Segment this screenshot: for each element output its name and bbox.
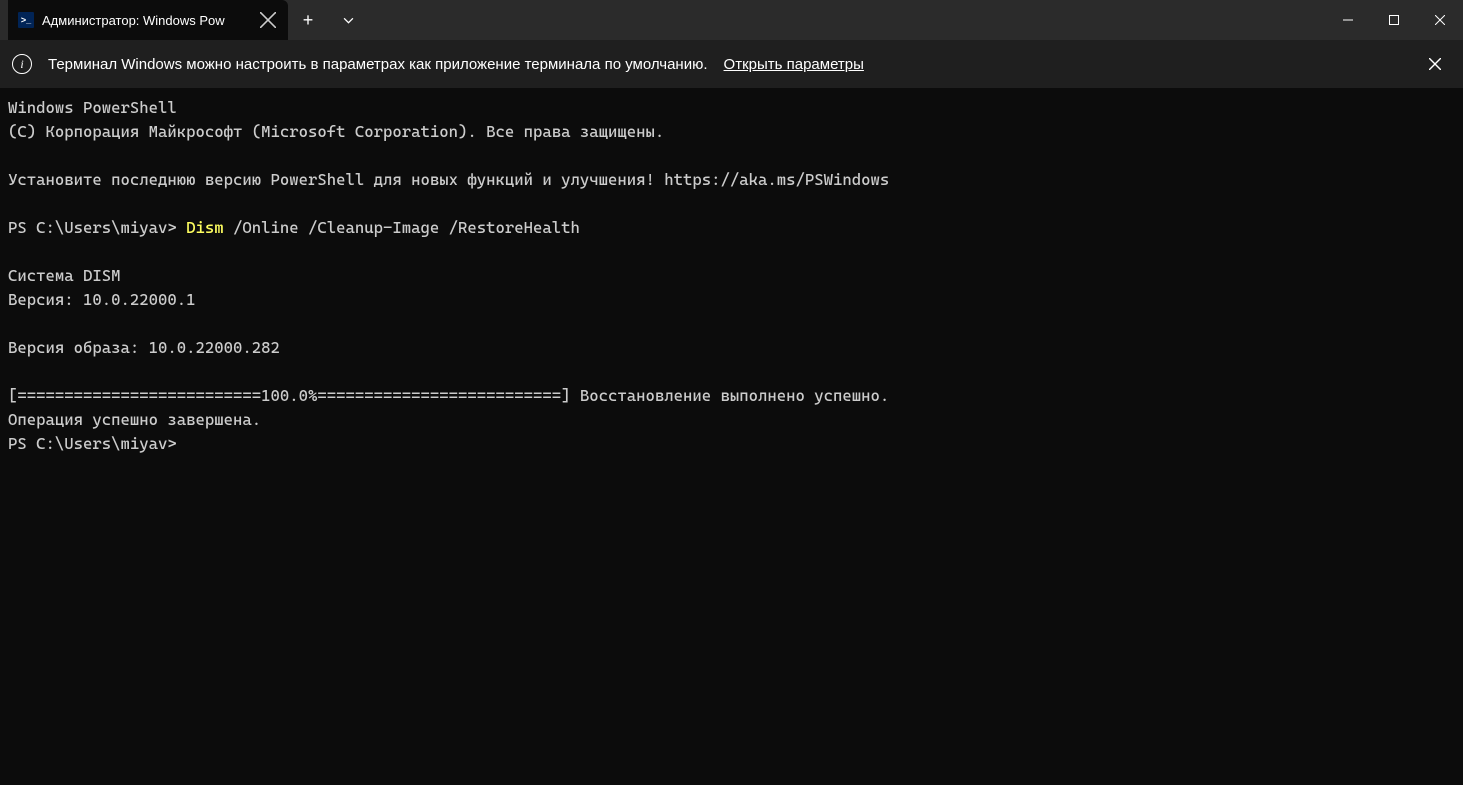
terminal-line: Операция успешно завершена. <box>8 410 261 429</box>
terminal-output[interactable]: Windows PowerShell (C) Корпорация Майкро… <box>0 88 1463 785</box>
close-infobar-button[interactable] <box>1419 48 1451 80</box>
minimize-button[interactable] <box>1325 0 1371 40</box>
info-message: Терминал Windows можно настроить в парам… <box>48 56 708 73</box>
terminal-line: [==========================100.0%=======… <box>8 386 889 405</box>
terminal-line: Cистема DISM <box>8 266 121 285</box>
info-bar: i Терминал Windows можно настроить в пар… <box>0 40 1463 88</box>
new-tab-button[interactable]: + <box>288 0 328 40</box>
terminal-line: Версия образа: 10.0.22000.282 <box>8 338 280 357</box>
close-window-button[interactable] <box>1417 0 1463 40</box>
tab-dropdown-button[interactable] <box>328 0 368 40</box>
window-controls <box>1325 0 1463 40</box>
info-icon: i <box>12 54 32 74</box>
open-settings-link[interactable]: Открыть параметры <box>724 56 864 73</box>
tab-title: Администратор: Windows Pow <box>42 13 252 28</box>
maximize-button[interactable] <box>1371 0 1417 40</box>
terminal-line: (C) Корпорация Майкрософт (Microsoft Cor… <box>8 122 664 141</box>
tab-controls: + <box>288 0 368 40</box>
window-titlebar: >_ Администратор: Windows Pow + <box>0 0 1463 40</box>
terminal-line: Установите последнюю версию PowerShell д… <box>8 170 889 189</box>
terminal-prompt: PS C:\Users\miyav> <box>8 218 186 237</box>
close-tab-button[interactable] <box>260 12 276 28</box>
terminal-prompt: PS C:\Users\miyav> <box>8 434 177 453</box>
terminal-line: Версия: 10.0.22000.1 <box>8 290 196 309</box>
terminal-tab[interactable]: >_ Администратор: Windows Pow <box>8 0 288 40</box>
terminal-command-args: /Online /Cleanup-Image /RestoreHealth <box>224 218 580 237</box>
terminal-line: Windows PowerShell <box>8 98 177 117</box>
terminal-command: Dism <box>186 218 224 237</box>
powershell-icon: >_ <box>18 12 34 28</box>
